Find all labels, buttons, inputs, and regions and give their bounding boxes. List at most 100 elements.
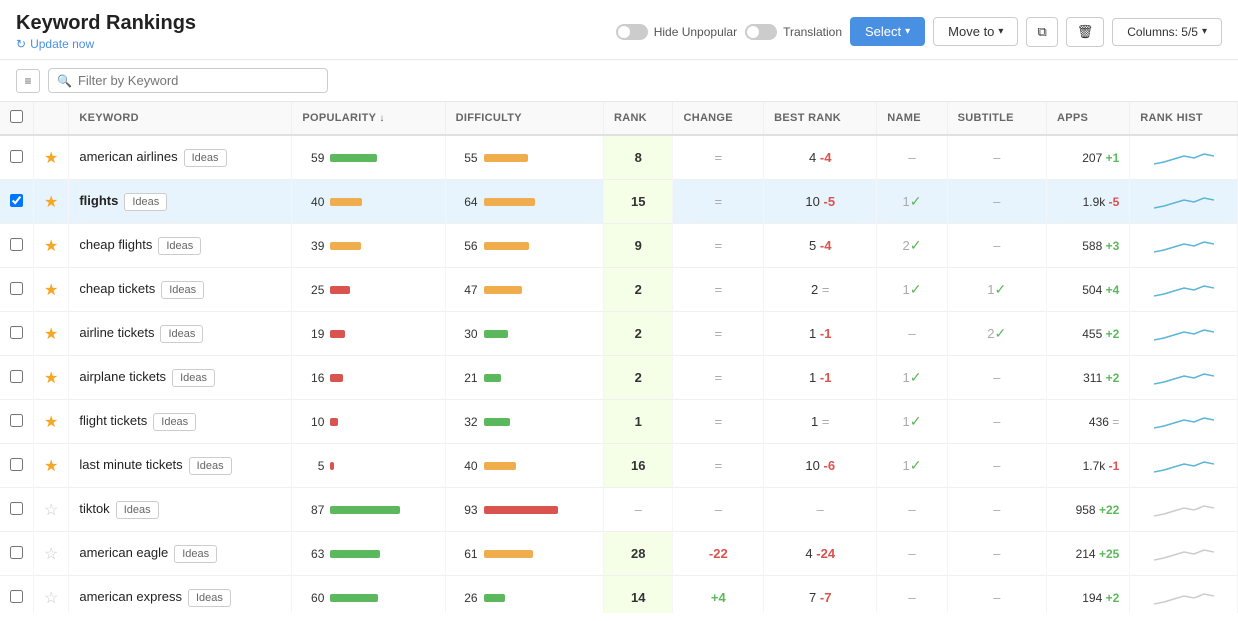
subtitle-value: –	[993, 370, 1000, 385]
ideas-badge[interactable]: Ideas	[188, 589, 231, 607]
best-rank-change: =	[822, 282, 830, 297]
hide-unpopular-label: Hide Unpopular	[654, 25, 737, 39]
ideas-badge[interactable]: Ideas	[189, 457, 232, 475]
star-icon[interactable]: ★	[44, 194, 58, 211]
best-rank-value: 1	[809, 326, 816, 341]
popularity-cell: 87	[292, 488, 445, 532]
update-now-link[interactable]: Update now	[16, 37, 196, 51]
toolbar: ≡ 🔍	[0, 60, 1238, 102]
move-to-button[interactable]: Move to ▾	[933, 17, 1018, 46]
checkbox-cell[interactable]	[0, 532, 34, 576]
star-icon[interactable]: ★	[44, 150, 58, 167]
checkbox-cell[interactable]	[0, 444, 34, 488]
copy-button[interactable]: ⧉	[1026, 17, 1057, 47]
keyword-name: flights	[79, 193, 118, 208]
best-rank-change: -6	[824, 458, 836, 473]
delete-button[interactable]: 🗑	[1066, 17, 1105, 47]
change-cell: -22	[673, 532, 764, 576]
ideas-badge[interactable]: Ideas	[160, 325, 203, 343]
ideas-badge[interactable]: Ideas	[116, 501, 159, 519]
table-container: KEYWORD POPULARITY DIFFICULTY RANK CHANG…	[0, 102, 1238, 613]
row-checkbox[interactable]	[10, 282, 23, 295]
row-checkbox[interactable]	[10, 150, 23, 163]
search-input[interactable]	[78, 73, 319, 88]
rank-hist-chart	[1154, 496, 1214, 520]
star-empty-icon[interactable]: ☆	[44, 502, 58, 519]
row-checkbox[interactable]	[10, 370, 23, 383]
star-cell[interactable]: ★	[34, 400, 69, 444]
star-icon[interactable]: ★	[44, 282, 58, 299]
checkbox-cell[interactable]	[0, 268, 34, 312]
star-icon[interactable]: ★	[44, 414, 58, 431]
hide-unpopular-toggle[interactable]	[616, 24, 648, 40]
star-icon[interactable]: ★	[44, 238, 58, 255]
translation-toggle[interactable]	[745, 24, 777, 40]
change-cell: =	[673, 180, 764, 224]
checkbox-cell[interactable]	[0, 224, 34, 268]
row-checkbox[interactable]	[10, 194, 23, 207]
keyword-name: last minute tickets	[79, 457, 182, 472]
popularity-header[interactable]: POPULARITY	[292, 102, 445, 135]
apps-cell: 958 +22	[1046, 488, 1129, 532]
star-cell[interactable]: ☆	[34, 576, 69, 614]
difficulty-cell: 61	[445, 532, 603, 576]
row-checkbox[interactable]	[10, 238, 23, 251]
rank-hist-cell	[1130, 532, 1238, 576]
star-cell[interactable]: ★	[34, 444, 69, 488]
star-cell[interactable]: ★	[34, 312, 69, 356]
star-cell[interactable]: ★	[34, 356, 69, 400]
checkbox-cell[interactable]	[0, 356, 34, 400]
checkbox-cell[interactable]	[0, 400, 34, 444]
translation-label: Translation	[783, 25, 842, 39]
star-cell[interactable]: ★	[34, 135, 69, 180]
checkbox-cell[interactable]	[0, 488, 34, 532]
checkbox-cell[interactable]	[0, 312, 34, 356]
apps-cell: 455 +2	[1046, 312, 1129, 356]
keyword-cell: last minute tickets Ideas	[69, 444, 292, 488]
ideas-badge[interactable]: Ideas	[172, 369, 215, 387]
ideas-badge[interactable]: Ideas	[158, 237, 201, 255]
star-cell[interactable]: ★	[34, 268, 69, 312]
star-empty-icon[interactable]: ☆	[44, 590, 58, 607]
star-cell[interactable]: ☆	[34, 532, 69, 576]
star-cell[interactable]: ☆	[34, 488, 69, 532]
collapse-button[interactable]: ≡	[16, 69, 40, 93]
ideas-badge[interactable]: Ideas	[161, 281, 204, 299]
star-cell[interactable]: ★	[34, 180, 69, 224]
best-rank-value: 10	[805, 194, 819, 209]
star-empty-icon[interactable]: ☆	[44, 546, 58, 563]
ideas-badge[interactable]: Ideas	[174, 545, 217, 563]
row-checkbox[interactable]	[10, 326, 23, 339]
subtitle-value: –	[993, 238, 1000, 253]
row-checkbox[interactable]	[10, 458, 23, 471]
select-button[interactable]: Select ▾	[850, 17, 925, 46]
apps-change: +22	[1099, 503, 1119, 517]
star-cell[interactable]: ★	[34, 224, 69, 268]
star-icon[interactable]: ★	[44, 326, 58, 343]
keyword-cell: american eagleIdeas	[69, 532, 292, 576]
move-to-chevron: ▾	[998, 26, 1003, 37]
subtitle-cell: 2✓	[947, 312, 1046, 356]
ideas-badge[interactable]: Ideas	[153, 413, 196, 431]
rank-hist-chart	[1154, 364, 1214, 388]
checkbox-cell[interactable]	[0, 180, 34, 224]
select-all-header[interactable]	[0, 102, 34, 135]
ideas-badge[interactable]: Ideas	[124, 193, 167, 211]
keyword-name: american express	[79, 589, 182, 604]
checkbox-cell[interactable]	[0, 135, 34, 180]
name-header: NAME	[877, 102, 947, 135]
subtitle-cell: –	[947, 356, 1046, 400]
select-all-checkbox[interactable]	[10, 110, 23, 123]
best-rank-value: 1	[811, 414, 818, 429]
row-checkbox[interactable]	[10, 414, 23, 427]
row-checkbox[interactable]	[10, 590, 23, 603]
apps-value: 207	[1082, 151, 1102, 165]
star-icon[interactable]: ★	[44, 458, 58, 475]
row-checkbox[interactable]	[10, 502, 23, 515]
star-icon[interactable]: ★	[44, 370, 58, 387]
columns-button[interactable]: Columns: 5/5 ▾	[1112, 18, 1222, 46]
apps-value: 214	[1076, 547, 1096, 561]
ideas-badge[interactable]: Ideas	[184, 149, 227, 167]
checkbox-cell[interactable]	[0, 576, 34, 614]
row-checkbox[interactable]	[10, 546, 23, 559]
